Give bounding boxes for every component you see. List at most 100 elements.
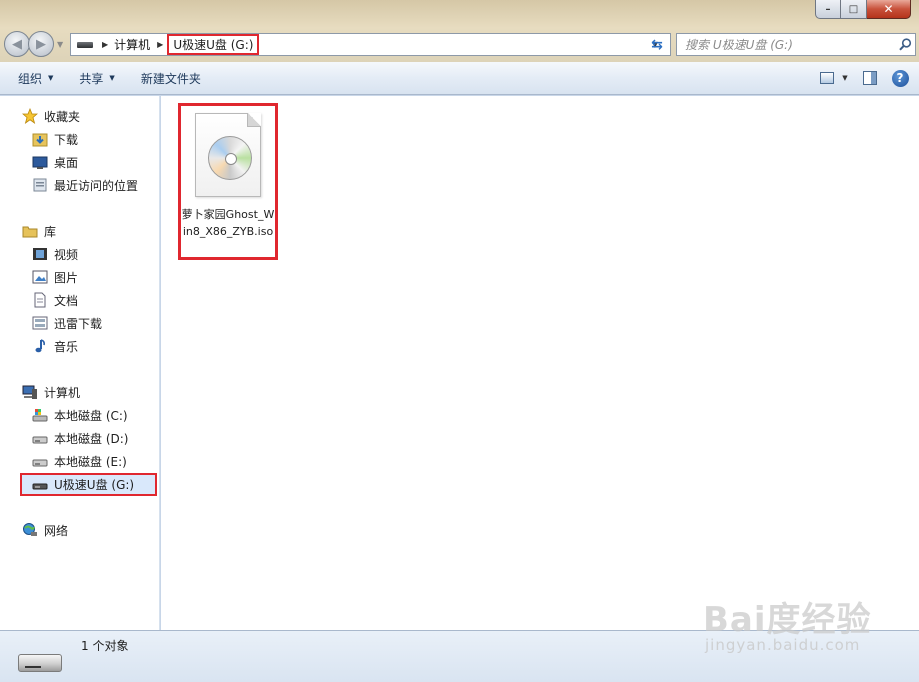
search-placeholder: 搜索 U极速U盘 (G:) xyxy=(685,38,793,52)
sidebar-item-drive-e[interactable]: 本地磁盘 (E:) xyxy=(0,450,127,472)
sidebar-item-label: 迅雷下载 xyxy=(54,316,103,331)
recent-places-icon xyxy=(32,177,48,193)
command-bar: 组织 ▼ 共享 ▼ 新建文件夹 ▼ ? xyxy=(0,62,919,95)
usb-drive-icon xyxy=(18,654,62,672)
network-icon xyxy=(22,522,38,538)
sidebar-item-label: 桌面 xyxy=(54,155,79,170)
sidebar-item-music[interactable]: 音乐 xyxy=(0,335,78,357)
downloads-folder-icon xyxy=(32,131,48,147)
video-icon xyxy=(32,246,48,262)
disc-image-icon xyxy=(195,113,261,197)
share-button[interactable]: 共享 ▼ xyxy=(71,66,122,90)
organize-label: 组织 xyxy=(18,71,43,86)
sidebar-item-label: 图片 xyxy=(54,270,79,285)
file-name: 萝卜家园Ghost_Win8_X86_ZYB.iso xyxy=(181,208,275,238)
computer-icon xyxy=(22,384,38,400)
hard-drive-icon xyxy=(32,453,48,469)
sidebar-item-label: 视频 xyxy=(54,247,79,262)
chevron-down-icon: ▼ xyxy=(842,74,848,82)
address-bar[interactable]: ▶ 计算机 ▶ U极速U盘 (G:) ▼ xyxy=(70,33,671,56)
sidebar-item-pictures[interactable]: 图片 xyxy=(0,266,78,288)
new-folder-button[interactable]: 新建文件夹 xyxy=(133,66,209,90)
sidebar-item-network[interactable]: 网络 xyxy=(0,519,68,541)
navigation-buttons: ◀ ▶ ▼ xyxy=(4,31,63,57)
chevron-down-icon: ▼ xyxy=(109,74,115,82)
watermark: Bai度经验 jingyan.baidu.com xyxy=(703,592,873,662)
sidebar-item-label: 音乐 xyxy=(54,339,79,354)
organize-button[interactable]: 组织 ▼ xyxy=(10,66,61,90)
sidebar-item-drive-d[interactable]: 本地磁盘 (D:) xyxy=(0,427,128,449)
help-icon: ? xyxy=(891,69,909,87)
sidebar-item-label: 收藏夹 xyxy=(44,109,81,124)
file-list-area[interactable]: 萝卜家园Ghost_Win8_X86_ZYB.iso xyxy=(161,96,919,630)
sidebar-item-label: 文档 xyxy=(54,293,79,308)
sidebar-item-favorites[interactable]: 收藏夹 xyxy=(0,105,80,127)
window-controls: – □ ✕ xyxy=(815,0,911,19)
help-button[interactable]: ? xyxy=(889,67,911,89)
preview-pane-icon xyxy=(863,71,877,85)
sidebar-item-drive-c[interactable]: 本地磁盘 (C:) xyxy=(0,404,128,426)
sidebar-item-drive-g[interactable]: U极速U盘 (G:) xyxy=(20,473,157,496)
item-count: 1 个对象 xyxy=(81,639,129,653)
breadcrumb-current-drive[interactable]: U极速U盘 (G:) xyxy=(167,34,260,55)
libraries-icon xyxy=(22,223,38,239)
sidebar-item-xunlei[interactable]: 迅雷下载 xyxy=(0,312,102,334)
star-icon xyxy=(22,108,38,124)
desktop-icon xyxy=(32,154,48,170)
documents-icon xyxy=(32,292,48,308)
page-fold xyxy=(247,113,261,127)
preview-pane-button[interactable] xyxy=(859,67,881,89)
music-note-icon xyxy=(32,338,48,354)
close-button[interactable]: ✕ xyxy=(867,0,911,19)
close-icon: ✕ xyxy=(883,2,894,16)
sidebar-item-videos[interactable]: 视频 xyxy=(0,243,78,265)
sidebar-item-recent[interactable]: 最近访问的位置 xyxy=(0,174,138,196)
sidebar-item-libraries[interactable]: 库 xyxy=(0,220,56,242)
sidebar-item-label: 本地磁盘 (C:) xyxy=(54,408,128,423)
share-label: 共享 xyxy=(79,71,104,86)
refresh-icon: ⇆ xyxy=(651,36,663,53)
sidebar-item-downloads[interactable]: 下载 xyxy=(0,128,78,150)
sidebar-item-label: 下载 xyxy=(54,132,79,147)
chevron-down-icon: ▼ xyxy=(48,74,54,82)
usb-drive-icon xyxy=(32,477,48,493)
minimize-button[interactable]: – xyxy=(815,0,841,19)
sidebar-item-label: 最近访问的位置 xyxy=(54,178,139,193)
forward-arrow-icon: ▶ xyxy=(36,36,46,52)
back-button[interactable]: ◀ xyxy=(4,31,30,57)
xunlei-folder-icon xyxy=(32,315,48,331)
sidebar-item-label: 本地磁盘 (E:) xyxy=(54,454,127,469)
file-item[interactable]: 萝卜家园Ghost_Win8_X86_ZYB.iso xyxy=(178,103,278,260)
refresh-button[interactable]: ⇆ xyxy=(644,33,670,56)
pictures-icon xyxy=(32,269,48,285)
sidebar-item-computer[interactable]: 计算机 xyxy=(0,381,80,403)
sidebar-item-documents[interactable]: 文档 xyxy=(0,289,78,311)
search-icon[interactable] xyxy=(895,38,915,51)
breadcrumb-chevron-icon[interactable]: ▶ xyxy=(102,40,108,49)
breadcrumb-chevron-icon[interactable]: ▶ xyxy=(157,40,163,49)
maximize-button[interactable]: □ xyxy=(841,0,867,19)
toolbar-right-group: ▼ ? xyxy=(817,67,911,89)
sidebar-item-label: 库 xyxy=(44,224,57,239)
system-drive-icon xyxy=(32,407,48,423)
sidebar-item-label: U极速U盘 (G:) xyxy=(54,478,135,492)
watermark-url: jingyan.baidu.com xyxy=(705,636,861,654)
disc-icon xyxy=(208,136,252,180)
sidebar-item-label: 本地磁盘 (D:) xyxy=(54,431,129,446)
forward-button[interactable]: ▶ xyxy=(28,31,54,57)
new-folder-label: 新建文件夹 xyxy=(140,71,201,86)
breadcrumb-computer[interactable]: 计算机 xyxy=(114,36,150,53)
minimize-icon: – xyxy=(825,3,831,15)
back-arrow-icon: ◀ xyxy=(12,36,22,52)
navigation-pane: 收藏夹 下载 桌面 最近访问的位置 库 视频 图片 文档 迅雷下载 音乐 计算机… xyxy=(0,96,160,630)
watermark-logo: Bai度经验 xyxy=(703,600,872,640)
drive-icon xyxy=(77,41,93,48)
hard-drive-icon xyxy=(32,430,48,446)
change-view-button[interactable]: ▼ xyxy=(817,67,851,89)
sidebar-item-label: 计算机 xyxy=(44,385,81,400)
sidebar-item-label: 网络 xyxy=(44,523,69,538)
search-input[interactable]: 搜索 U极速U盘 (G:) xyxy=(676,33,916,56)
sidebar-item-desktop[interactable]: 桌面 xyxy=(0,151,78,173)
recent-pages-dropdown[interactable]: ▼ xyxy=(57,40,63,49)
title-bar: – □ ✕ ◀ ▶ ▼ ▶ 计算机 ▶ U极速U盘 (G:) ▼ ⇆ 搜索 U极… xyxy=(0,0,919,62)
